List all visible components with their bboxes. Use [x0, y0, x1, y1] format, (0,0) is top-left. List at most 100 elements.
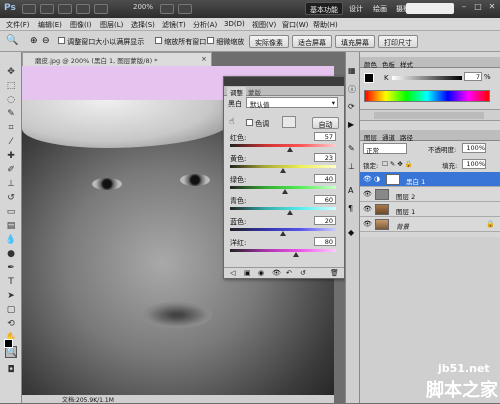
zoom-level[interactable]: 200% — [133, 3, 153, 11]
eye-icon[interactable]: 👁 — [363, 205, 372, 214]
paragraph-icon[interactable]: ¶ — [348, 204, 353, 213]
scrubby-zoom-checkbox[interactable] — [207, 37, 214, 44]
adjust-presets-strip[interactable] — [374, 112, 484, 119]
minimize-icon[interactable]: – — [458, 2, 470, 14]
zoom-tool-option-icon[interactable]: 🔍 — [6, 35, 18, 46]
tab-paths[interactable]: 路径 — [400, 132, 413, 142]
tab-color[interactable]: 颜色 — [364, 59, 377, 69]
layer-row[interactable]: 👁 图层 1 — [360, 202, 500, 217]
color-ramp[interactable] — [364, 90, 490, 102]
shape-tool-icon[interactable]: ▢ — [5, 304, 17, 316]
target-adjust-icon[interactable]: ☝ — [229, 117, 234, 127]
tab-swatches[interactable]: 色板 — [382, 59, 395, 69]
character-icon[interactable]: A — [348, 186, 353, 195]
histogram-icon[interactable]: ▦ — [348, 66, 356, 75]
eraser-tool-icon[interactable]: ▭ — [5, 206, 17, 218]
zoom-all-option[interactable]: 缩放所有窗口 — [155, 37, 206, 47]
lock-icons[interactable]: ☐ ✎ ✥ 🔒 — [382, 160, 413, 168]
3d-panel-icon[interactable]: ◆ — [348, 228, 354, 237]
workspace-essentials[interactable]: 基本功能 — [305, 2, 343, 15]
clone-stamp-tool-icon[interactable]: ⊥ — [5, 178, 17, 190]
menu-view[interactable]: 视图(V) — [252, 20, 276, 30]
slider-track[interactable] — [230, 144, 336, 147]
move-tool-icon[interactable]: ✥ — [5, 66, 17, 78]
tab-channels[interactable]: 通道 — [382, 132, 395, 142]
tint-color-swatch[interactable] — [282, 116, 296, 128]
gradient-tool-icon[interactable]: ▤ — [5, 220, 17, 232]
menu-select[interactable]: 选择(S) — [131, 20, 155, 30]
maximize-icon[interactable]: □ — [472, 2, 484, 14]
preset-select[interactable]: 默认值 ▾ — [246, 97, 338, 109]
expand-view-icon[interactable]: ▣ — [244, 269, 251, 277]
screen-mode-icon[interactable] — [178, 4, 192, 14]
layer-row[interactable]: 👁 ◑ 黑白 1 — [360, 172, 500, 187]
workspace-design[interactable]: 设计 — [345, 2, 367, 15]
k-slider-track[interactable] — [392, 76, 462, 80]
delete-icon[interactable]: 🗑 — [330, 269, 339, 277]
path-select-tool-icon[interactable]: ➤ — [5, 290, 17, 302]
quick-mask-icon[interactable]: ◘ — [5, 364, 17, 376]
slider-track[interactable] — [230, 207, 336, 210]
resize-windows-checkbox[interactable] — [58, 37, 65, 44]
brush-panel-icon[interactable]: ✎ — [348, 144, 355, 153]
tab-masks[interactable]: 蒙版 — [248, 87, 261, 97]
pen-tool-icon[interactable]: ✒ — [5, 262, 17, 274]
tint-option[interactable]: 色调 — [246, 119, 269, 129]
tint-checkbox[interactable] — [246, 119, 253, 126]
close-doc-icon[interactable]: × — [201, 55, 207, 63]
zoom-all-checkbox[interactable] — [155, 37, 162, 44]
hand-tool-icon[interactable] — [76, 4, 90, 14]
tab-styles[interactable]: 样式 — [400, 59, 413, 69]
menu-window[interactable]: 窗口(W) — [282, 20, 308, 30]
actual-pixels-button[interactable]: 实际像素 — [249, 35, 289, 48]
zoom-out-icon[interactable]: ⊖ — [42, 36, 50, 46]
slider-value-input[interactable]: 23 — [314, 153, 336, 162]
tab-layers[interactable]: 图层 — [364, 132, 377, 142]
layer-row[interactable]: 👁 图层 2 — [360, 187, 500, 202]
view-extras-icon[interactable] — [58, 4, 72, 14]
previous-state-icon[interactable]: ↶ — [286, 269, 292, 277]
k-value-input[interactable]: 7 — [464, 72, 482, 81]
scrubby-zoom-option[interactable]: 细微缩放 — [207, 37, 244, 47]
quick-select-tool-icon[interactable]: ✎ — [5, 108, 17, 120]
fill-input[interactable]: 100% — [462, 159, 486, 169]
menu-file[interactable]: 文件(F) — [6, 20, 30, 30]
history-brush-tool-icon[interactable]: ↺ — [5, 192, 17, 204]
tab-adjustments[interactable]: 调整 — [227, 87, 246, 97]
visibility-icon[interactable]: 👁 — [272, 269, 281, 277]
3d-rotate-tool-icon[interactable]: ⟲ — [5, 318, 17, 330]
eye-icon[interactable]: 👁 — [363, 190, 372, 199]
search-input[interactable] — [406, 3, 454, 14]
history-icon[interactable]: ⟳ — [348, 102, 355, 111]
clone-source-icon[interactable]: ⊥ — [348, 162, 355, 171]
layer-row[interactable]: 👁 背景 🔒 — [360, 217, 500, 232]
clip-layer-icon[interactable]: ◉ — [258, 269, 264, 277]
slider-value-input[interactable]: 80 — [314, 237, 336, 246]
menu-edit[interactable]: 编辑(E) — [38, 20, 62, 30]
fit-screen-button[interactable]: 适合屏幕 — [292, 35, 332, 48]
panel-header[interactable] — [224, 77, 344, 86]
print-size-button[interactable]: 打印尺寸 — [378, 35, 418, 48]
slider-thumb[interactable] — [280, 231, 286, 236]
slider-thumb[interactable] — [292, 252, 299, 257]
foreground-color-swatch[interactable] — [4, 339, 13, 348]
close-icon[interactable]: ✕ — [486, 2, 498, 14]
eye-icon[interactable]: 👁 — [363, 175, 372, 184]
back-icon[interactable]: ◁ — [230, 269, 235, 277]
slider-value-input[interactable]: 60 — [314, 195, 336, 204]
slider-value-input[interactable]: 57 — [314, 132, 336, 141]
layer-mask-thumb[interactable] — [386, 174, 400, 185]
slider-value-input[interactable]: 20 — [314, 216, 336, 225]
slider-thumb[interactable] — [287, 147, 294, 152]
menu-analysis[interactable]: 分析(A) — [193, 20, 217, 30]
resize-windows-option[interactable]: 调整窗口大小以满屏显示 — [58, 37, 144, 47]
menu-layer[interactable]: 图层(L) — [100, 20, 123, 30]
slider-track[interactable] — [230, 249, 336, 252]
blend-mode-select[interactable]: 正常 — [363, 143, 407, 155]
healing-brush-tool-icon[interactable]: ✚ — [5, 150, 17, 162]
workspace-painting[interactable]: 绘画 — [369, 2, 391, 15]
reset-icon[interactable]: ↺ — [300, 269, 306, 277]
marquee-tool-icon[interactable]: ⬚ — [5, 80, 17, 92]
crop-tool-icon[interactable]: ⌗ — [5, 122, 17, 134]
opacity-input[interactable]: 100% — [462, 143, 486, 153]
